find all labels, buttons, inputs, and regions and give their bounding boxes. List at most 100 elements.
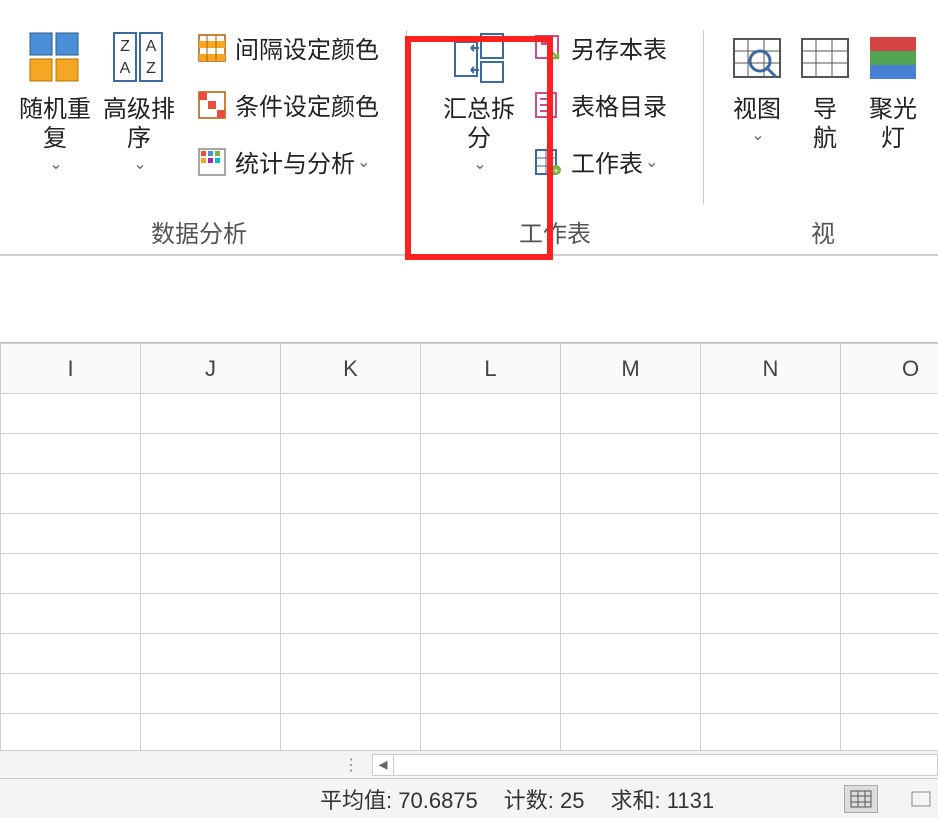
cell[interactable] — [281, 514, 421, 554]
cell[interactable] — [281, 474, 421, 514]
cell[interactable] — [421, 434, 561, 474]
scroll-track[interactable] — [394, 754, 938, 776]
cell[interactable] — [421, 554, 561, 594]
cell[interactable] — [841, 594, 938, 634]
cell[interactable] — [841, 514, 938, 554]
save-as-sheet-button[interactable]: 另存本表 — [527, 26, 673, 69]
cell[interactable] — [421, 514, 561, 554]
cell[interactable] — [141, 394, 281, 434]
cell[interactable] — [841, 714, 938, 751]
summary-split-button[interactable]: 汇总拆 分 ⌄ — [437, 18, 521, 174]
cond-color-button[interactable]: 条件设定颜色 — [191, 83, 385, 126]
cell[interactable] — [841, 554, 938, 594]
col-header[interactable]: J — [141, 344, 281, 394]
ribbon: 随机重 复 ⌄ Z A A Z 高级排 序 ⌄ — [0, 0, 938, 256]
cell[interactable] — [841, 394, 938, 434]
cell[interactable] — [281, 634, 421, 674]
spotlight-button[interactable]: 聚光 灯 — [859, 18, 927, 154]
spreadsheet-grid[interactable]: I J K L M N O — [0, 342, 938, 750]
page-layout-view-icon[interactable] — [904, 785, 938, 813]
cell[interactable] — [561, 674, 701, 714]
cell[interactable] — [141, 554, 281, 594]
cell[interactable] — [1, 714, 141, 751]
chevron-down-icon: ⌄ — [133, 154, 146, 174]
group-label-view: 视 — [712, 218, 938, 254]
cell[interactable] — [561, 714, 701, 751]
cell[interactable] — [1, 474, 141, 514]
cell[interactable] — [281, 714, 421, 751]
sheet-tab-grip[interactable]: ⋮ — [0, 755, 372, 775]
col-header[interactable]: K — [281, 344, 421, 394]
col-header[interactable]: N — [701, 344, 841, 394]
cell[interactable] — [281, 594, 421, 634]
cell[interactable] — [701, 634, 841, 674]
summary-split-icon — [451, 30, 507, 86]
cell[interactable] — [701, 514, 841, 554]
cell[interactable] — [561, 394, 701, 434]
nav-icon — [797, 30, 853, 86]
cell[interactable] — [561, 514, 701, 554]
cell[interactable] — [141, 634, 281, 674]
cell[interactable] — [141, 434, 281, 474]
cell[interactable] — [1, 434, 141, 474]
cell[interactable] — [421, 474, 561, 514]
cell[interactable] — [1, 634, 141, 674]
cell[interactable] — [141, 674, 281, 714]
cell[interactable] — [561, 594, 701, 634]
adv-sort-button[interactable]: Z A A Z 高级排 序 ⌄ — [97, 18, 181, 174]
cell[interactable] — [701, 474, 841, 514]
cell[interactable] — [701, 554, 841, 594]
view-button[interactable]: 视图 ⌄ — [723, 18, 791, 145]
cell[interactable] — [841, 634, 938, 674]
stats-analysis-button[interactable]: 统计与分析 ⌄ — [191, 140, 385, 183]
cell[interactable] — [1, 594, 141, 634]
col-header[interactable]: M — [561, 344, 701, 394]
stats-analysis-icon — [197, 147, 227, 177]
table-dir-button[interactable]: 表格目录 — [527, 83, 673, 126]
cell[interactable] — [561, 474, 701, 514]
save-as-sheet-label: 另存本表 — [571, 30, 667, 65]
cell[interactable] — [421, 394, 561, 434]
interval-color-button[interactable]: 间隔设定颜色 — [191, 26, 385, 69]
normal-view-icon[interactable] — [844, 785, 878, 813]
cell[interactable] — [421, 594, 561, 634]
cell[interactable] — [841, 674, 938, 714]
cell[interactable] — [281, 554, 421, 594]
spotlight-label: 聚光 灯 — [869, 96, 917, 154]
cell[interactable] — [841, 474, 938, 514]
status-count-value: 25 — [560, 788, 584, 813]
cell[interactable] — [1, 674, 141, 714]
status-avg-label: 平均值: — [320, 788, 392, 813]
cell[interactable] — [701, 674, 841, 714]
cell[interactable] — [141, 594, 281, 634]
cell[interactable] — [1, 514, 141, 554]
cell[interactable] — [281, 434, 421, 474]
scroll-left-icon[interactable]: ◂ — [372, 754, 394, 776]
cell[interactable] — [841, 434, 938, 474]
chevron-down-icon: ⌄ — [645, 152, 658, 172]
cell[interactable] — [141, 514, 281, 554]
cell[interactable] — [421, 674, 561, 714]
cell[interactable] — [1, 394, 141, 434]
cell[interactable] — [701, 434, 841, 474]
cell[interactable] — [561, 434, 701, 474]
cell[interactable] — [701, 714, 841, 751]
cell[interactable] — [1, 554, 141, 594]
cell[interactable] — [701, 394, 841, 434]
cell[interactable] — [561, 554, 701, 594]
random-dup-button[interactable]: 随机重 复 ⌄ — [13, 18, 97, 174]
col-header[interactable]: I — [1, 344, 141, 394]
cell[interactable] — [561, 634, 701, 674]
worksheet-button[interactable]: + 工作表 ⌄ — [527, 140, 673, 183]
cell[interactable] — [421, 634, 561, 674]
cell[interactable] — [701, 594, 841, 634]
nav-button[interactable]: 导 航 — [791, 18, 859, 154]
cell[interactable] — [421, 714, 561, 751]
horizontal-scrollbar[interactable]: ⋮ ◂ — [0, 750, 938, 778]
col-header[interactable]: L — [421, 344, 561, 394]
col-header[interactable]: O — [841, 344, 938, 394]
cell[interactable] — [141, 714, 281, 751]
cell[interactable] — [281, 394, 421, 434]
cell[interactable] — [141, 474, 281, 514]
cell[interactable] — [281, 674, 421, 714]
